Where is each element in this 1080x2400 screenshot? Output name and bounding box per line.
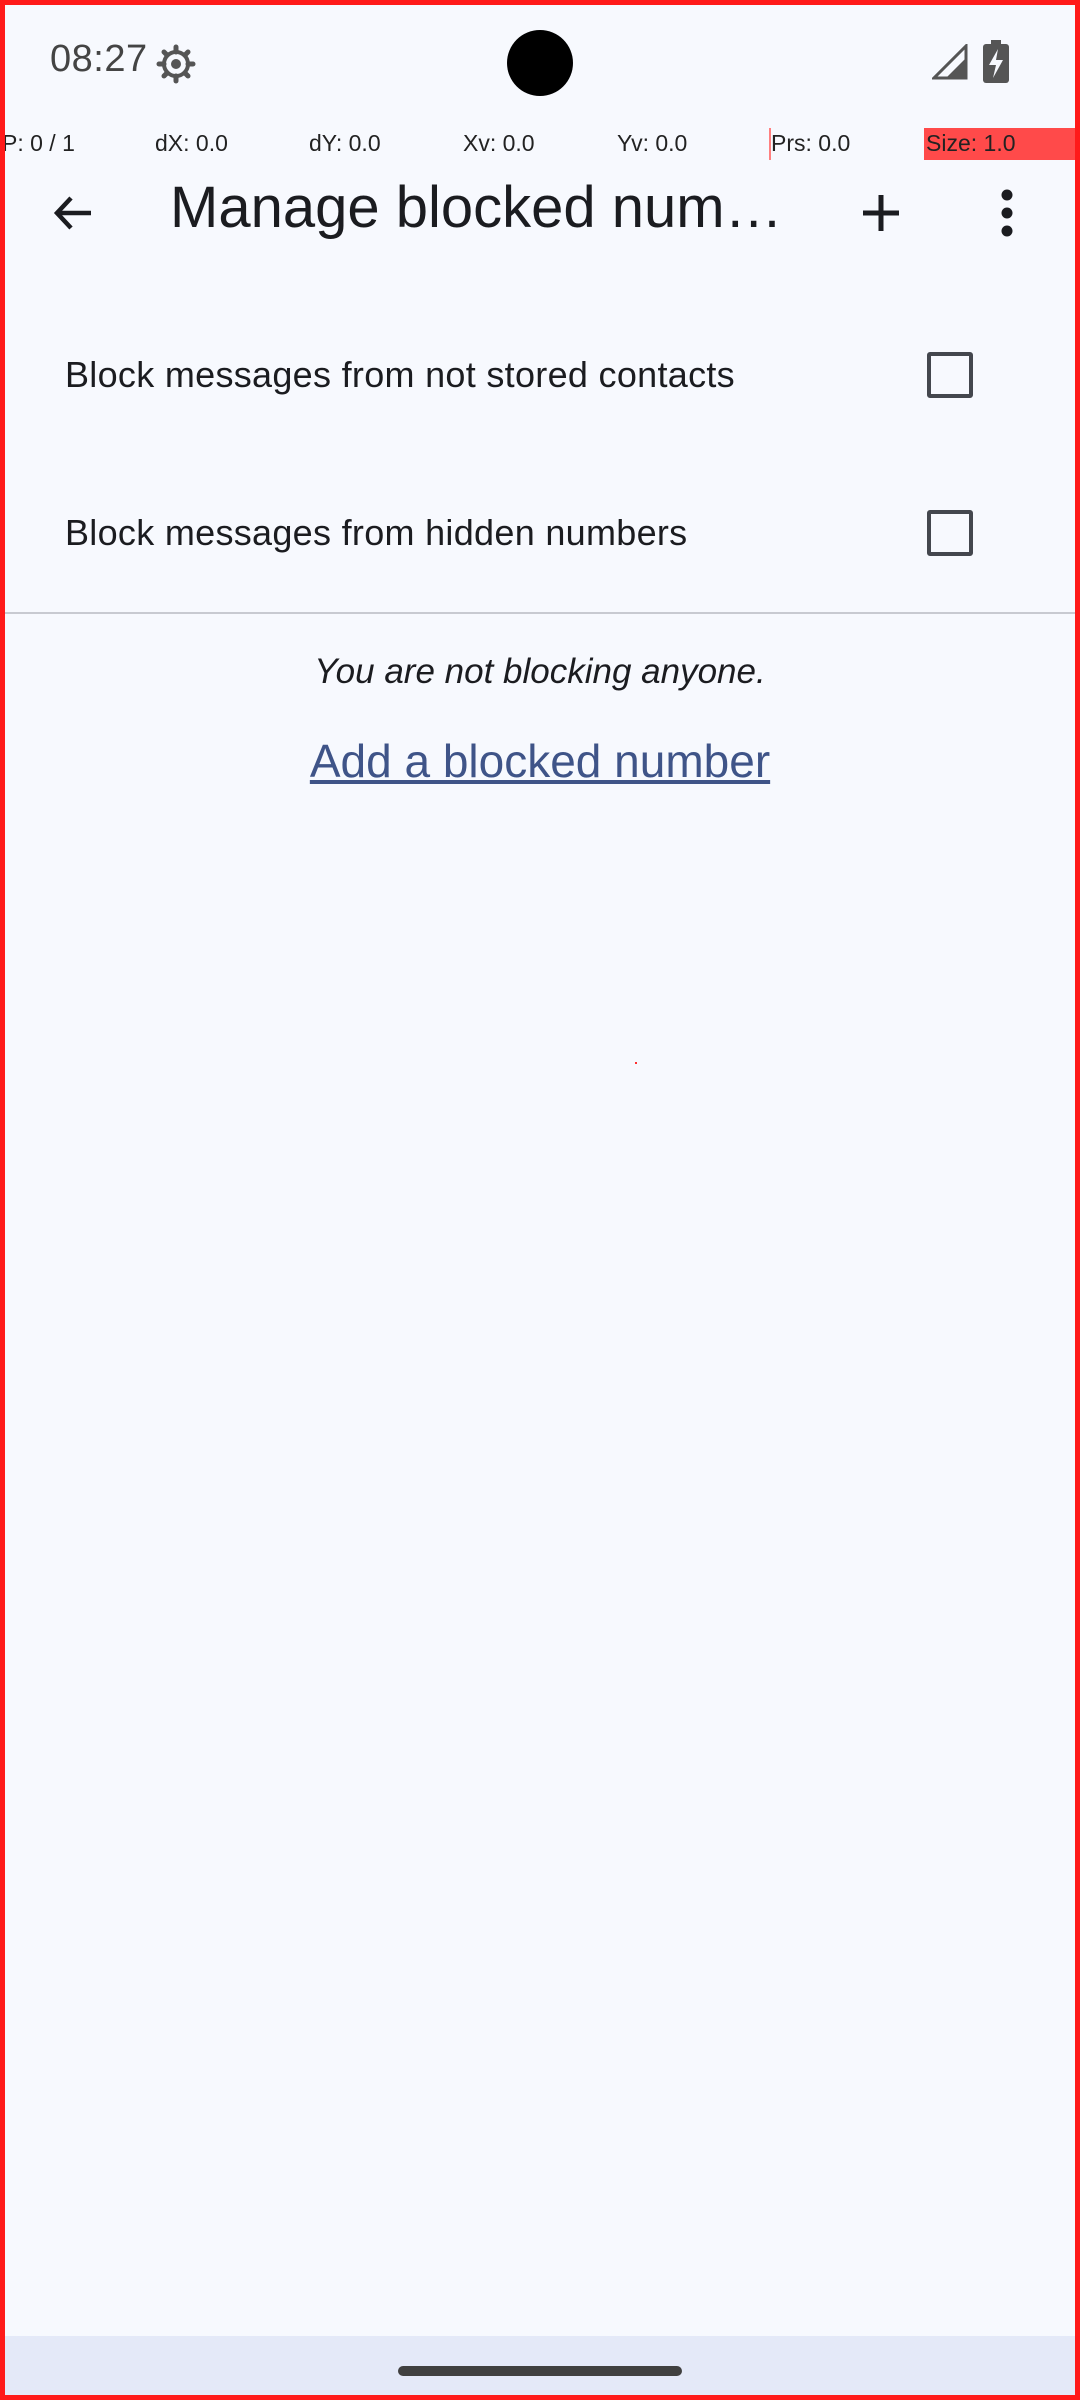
back-button[interactable] [28, 168, 118, 258]
divider [0, 612, 1080, 614]
top-app-bar: Manage blocked numbers [0, 160, 1080, 266]
pointer-dy: dY: 0.0 [309, 130, 381, 156]
add-blocked-number-button[interactable] [836, 168, 926, 258]
gesture-navigation-bar [0, 2336, 1080, 2400]
pointer-dx: dX: 0.0 [155, 130, 228, 156]
arrow-back-icon [53, 196, 91, 230]
pref-label: Block messages from not stored contacts [65, 354, 735, 395]
more-vertical-icon [1001, 189, 1013, 237]
pref-label: Block messages from hidden numbers [65, 512, 688, 553]
signal-icon [930, 42, 968, 80]
pointer-size: Size: 1.0 [926, 130, 1016, 156]
pref-block-hidden-numbers[interactable]: Block messages from hidden numbers [0, 454, 1080, 612]
pointer-location-overlay: P: 0 / 1 dX: 0.0 dY: 0.0 Xv: 0.0 Yv: 0.0… [0, 128, 1080, 160]
pointer-xv: Xv: 0.0 [463, 130, 535, 156]
more-options-button[interactable] [962, 168, 1052, 258]
add-blocked-number-link[interactable]: Add a blocked number [0, 734, 1080, 788]
touch-point-marker [635, 1062, 637, 1064]
home-gesture-handle[interactable] [398, 2366, 682, 2376]
pref-block-not-stored-contacts[interactable]: Block messages from not stored contacts [0, 296, 1080, 454]
plus-icon [863, 195, 899, 231]
pointer-count: P: 0 / 1 [2, 130, 75, 156]
checkbox-block-hidden-numbers[interactable] [927, 510, 973, 556]
camera-cutout [507, 30, 573, 96]
settings-gear-icon [156, 44, 196, 84]
page-title: Manage blocked numbers [170, 175, 794, 240]
battery-charging-icon [982, 40, 1010, 84]
checkbox-block-not-stored-contacts[interactable] [927, 352, 973, 398]
pointer-pressure: Prs: 0.0 [771, 130, 851, 156]
status-time: 08:27 [50, 38, 148, 80]
pointer-yv: Yv: 0.0 [617, 130, 688, 156]
status-bar: 08:27 [0, 0, 1080, 128]
empty-state-message: You are not blocking anyone. [314, 652, 766, 691]
